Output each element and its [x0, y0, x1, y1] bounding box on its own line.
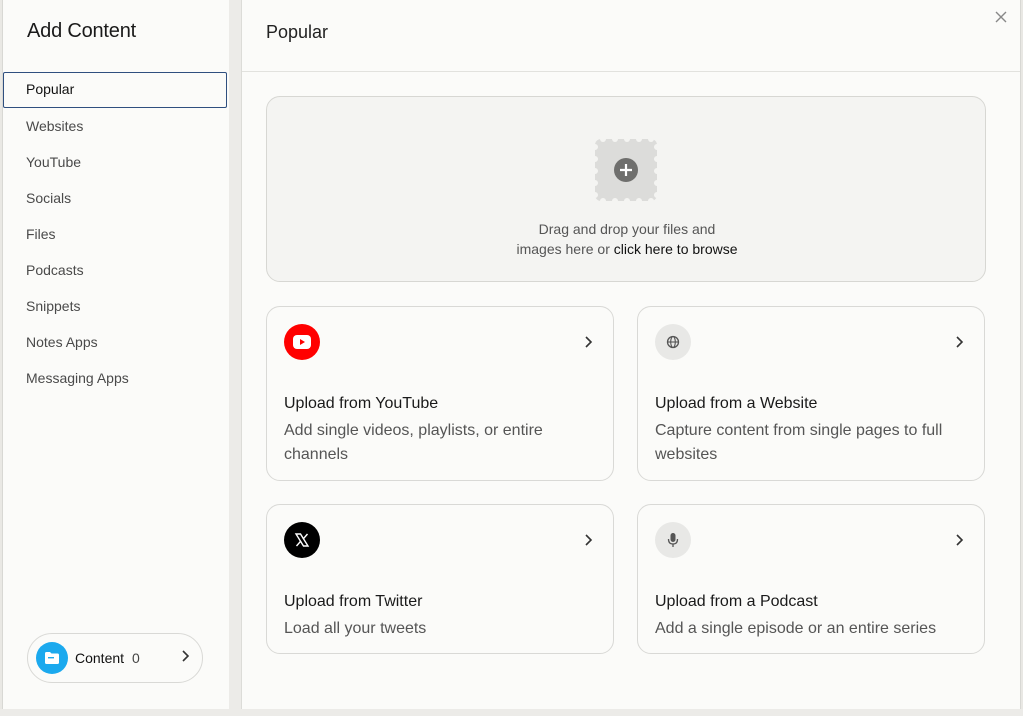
- sidebar-item-youtube[interactable]: YouTube: [3, 144, 227, 180]
- sidebar-item-messaging-apps[interactable]: Messaging Apps: [3, 360, 227, 396]
- sidebar-item-socials[interactable]: Socials: [3, 180, 227, 216]
- chevron-right-icon: [954, 533, 964, 552]
- sidebar-item-websites[interactable]: Websites: [3, 108, 227, 144]
- upload-twitter-card[interactable]: Upload from Twitter Load all your tweets: [266, 504, 614, 654]
- file-dropzone[interactable]: Drag and drop your files and images here…: [266, 96, 986, 282]
- sidebar-item-snippets[interactable]: Snippets: [3, 288, 227, 324]
- card-description: Capture content from single pages to ful…: [655, 422, 943, 463]
- folder-icon: [36, 642, 68, 674]
- content-label: Content: [75, 650, 125, 666]
- upload-website-card[interactable]: Upload from a Website Capture content fr…: [637, 306, 985, 481]
- close-button[interactable]: [992, 8, 1010, 26]
- close-icon: [995, 11, 1007, 23]
- chevron-right-icon: [583, 533, 593, 552]
- sidebar-nav: Popular Websites YouTube Socials Files P…: [3, 72, 227, 396]
- microphone-icon: [655, 522, 691, 558]
- sidebar-item-podcasts[interactable]: Podcasts: [3, 252, 227, 288]
- add-content-modal: Add Content Popular Websites YouTube Soc…: [2, 0, 1021, 716]
- card-title: Upload from a Website: [655, 395, 818, 412]
- sidebar-item-popular[interactable]: Popular: [3, 72, 227, 108]
- dropzone-line2-prefix: images here or: [516, 241, 614, 257]
- x-twitter-icon: [284, 522, 320, 558]
- panel-gutter: [229, 0, 241, 716]
- card-description: Load all your tweets: [284, 620, 427, 637]
- chevron-right-icon: [954, 335, 964, 354]
- add-file-icon: [592, 136, 660, 208]
- dropzone-line1: Drag and drop your files and: [538, 221, 716, 237]
- browse-link[interactable]: click here to browse: [614, 241, 738, 257]
- main-header: Popular: [242, 0, 1020, 72]
- card-description: Add single videos, playlists, or entire …: [284, 422, 543, 463]
- card-title: Upload from YouTube: [284, 395, 439, 412]
- chevron-right-icon: [583, 335, 593, 354]
- globe-icon: [655, 324, 691, 360]
- card-title: Upload from a Podcast: [655, 593, 818, 610]
- content-button[interactable]: Content 0: [27, 633, 203, 683]
- upload-youtube-card[interactable]: Upload from YouTube Add single videos, p…: [266, 306, 614, 481]
- youtube-icon: [284, 324, 320, 360]
- bottom-edge: [0, 709, 1023, 716]
- dropzone-text: Drag and drop your files and images here…: [267, 219, 987, 259]
- sidebar-title: Add Content: [27, 20, 136, 42]
- sidebar-item-files[interactable]: Files: [3, 216, 227, 252]
- main-panel: Popular Drag and drop your files and ima…: [242, 0, 1020, 709]
- chevron-right-icon: [180, 649, 190, 668]
- page-title: Popular: [266, 22, 329, 42]
- content-count: 0: [132, 650, 140, 666]
- sidebar: Add Content Popular Websites YouTube Soc…: [3, 0, 229, 709]
- upload-podcast-card[interactable]: Upload from a Podcast Add a single episo…: [637, 504, 985, 654]
- sidebar-item-notes-apps[interactable]: Notes Apps: [3, 324, 227, 360]
- dropzone-line2: images here or click here to browse: [267, 239, 987, 259]
- card-title: Upload from Twitter: [284, 593, 423, 610]
- card-description: Add a single episode or an entire series: [655, 620, 937, 637]
